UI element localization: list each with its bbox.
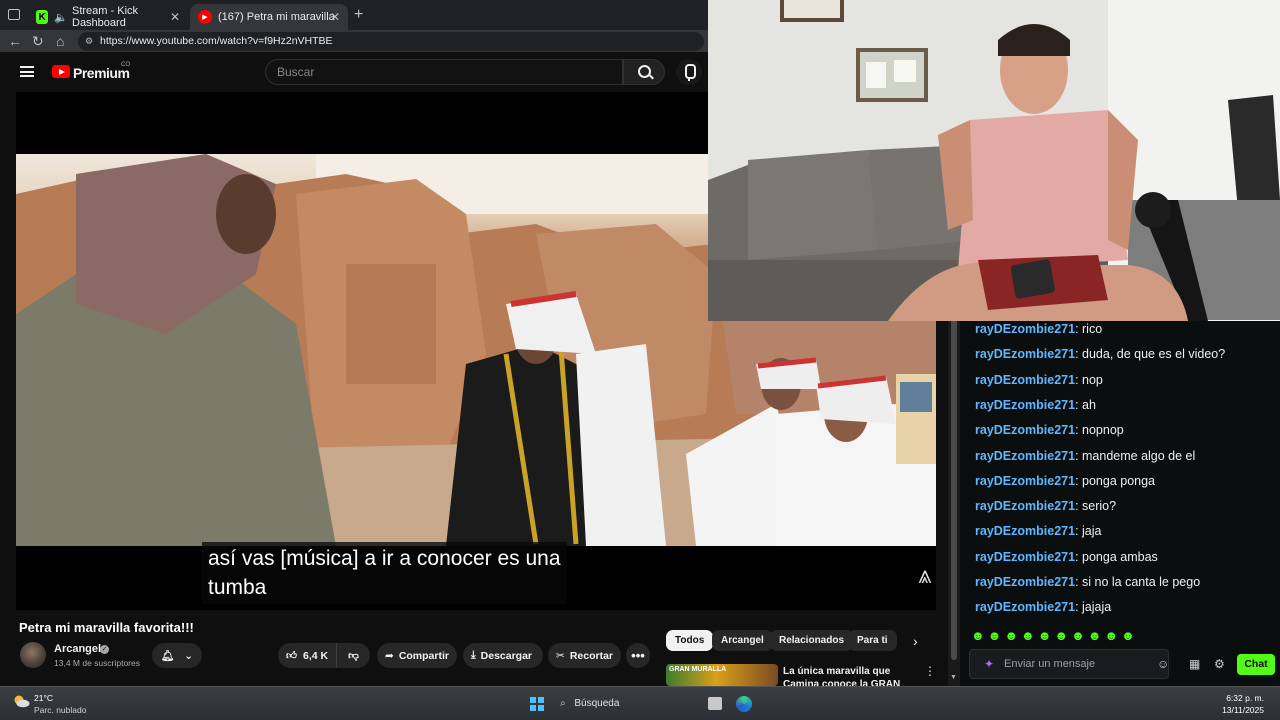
edge-browser-icon[interactable]	[736, 696, 752, 712]
scissors-icon: ✂	[556, 649, 565, 662]
partly-cloudy-icon	[14, 695, 30, 708]
verified-badge-icon: ✓	[100, 645, 109, 654]
scroll-down-arrow-icon[interactable]: ▼	[950, 674, 957, 681]
chevron-right-icon[interactable]: ›	[913, 633, 918, 649]
chip-related[interactable]: Relacionados	[770, 630, 854, 651]
clock-time[interactable]: 6:32 p. m.	[1226, 693, 1264, 703]
chat-input-placeholder: Enviar un mensaje	[1004, 658, 1096, 670]
bell-icon: 🔔︎	[160, 650, 175, 662]
channel-avatar[interactable]	[20, 642, 46, 668]
tab-kick-dashboard[interactable]: K 🔈 Stream - Kick Dashboard ✕	[28, 4, 188, 30]
recommendation-thumbnail[interactable]: GRAN MURALLA	[666, 664, 778, 686]
chip-for-you[interactable]: Para ti	[848, 630, 897, 651]
clip-button[interactable]: ✂ Recortar	[548, 643, 621, 668]
share-icon: ➦	[385, 649, 394, 662]
search-input[interactable]: Buscar	[265, 59, 623, 85]
microphone-icon[interactable]	[676, 59, 702, 85]
chevron-down-icon: ⌄	[184, 649, 194, 662]
url-field[interactable]: ⚙ https://www.youtube.com/watch?v=f9Hz2n…	[78, 32, 704, 51]
tab-overview-icon[interactable]	[8, 9, 20, 20]
tab-youtube-video[interactable]: ▶ (167) Petra mi maravilla favorita!! ✕	[190, 4, 348, 30]
emoji-icon[interactable]: ☺	[1157, 657, 1169, 671]
youtube-favicon-icon: ▶	[198, 10, 212, 24]
tab-label: (167) Petra mi maravilla favorita!!	[218, 11, 336, 23]
youtube-header: Premium CO Buscar	[0, 52, 708, 92]
like-count: 6,4 K	[302, 649, 329, 662]
hamburger-menu-icon[interactable]	[20, 66, 34, 77]
share-label: Compartir	[398, 649, 449, 662]
chat-send-button[interactable]: Chat	[1237, 654, 1275, 675]
chip-all[interactable]: Todos	[666, 630, 714, 651]
download-button[interactable]: ⤓ Descargar	[463, 643, 543, 668]
notification-bell-button[interactable]: 🔔︎ ⌄	[152, 643, 202, 668]
video-captions: así vas [música] a ir a conocer es una t…	[202, 542, 567, 604]
chat-footer: ☻☻☻☻☻☻☻☻☻☻ ✦ Enviar un mensaje ☺ ▦ ⚙ Cha…	[960, 321, 1280, 686]
search-icon[interactable]	[623, 59, 665, 85]
weather-description[interactable]: Parc. nublado	[34, 705, 86, 715]
new-tab-icon[interactable]: +	[354, 6, 363, 24]
more-actions-button[interactable]: •••	[626, 643, 650, 668]
thumbnail-text: GRAN MURALLA	[669, 666, 727, 673]
ai-sparkle-icon: ✦	[984, 657, 995, 671]
windows-taskbar: 21°C Parc. nublado ⌕ Búsqueda 6:32 p. m.…	[0, 686, 1280, 720]
weather-temperature[interactable]: 21°C	[34, 693, 53, 703]
recommendation-title[interactable]: La única maravilla que Camina conoce la …	[783, 665, 913, 687]
video-title: Petra mi maravilla favorita!!!	[19, 620, 194, 635]
country-code: CO	[121, 62, 130, 68]
thumbs-up-icon: 👍︎	[286, 650, 297, 662]
kick-favicon-icon: K	[36, 10, 49, 24]
emote-bar[interactable]: ☻☻☻☻☻☻☻☻☻☻	[971, 628, 1138, 643]
youtube-logo-icon[interactable]	[52, 65, 70, 78]
gear-icon[interactable]: ⚙	[1214, 657, 1225, 671]
chat-message-input[interactable]: ✦ Enviar un mensaje	[969, 649, 1169, 679]
caption-line: así vas [música] a ir a conocer es una	[208, 547, 561, 570]
taskbar-search-box[interactable]: ⌕ Búsqueda	[560, 698, 619, 709]
close-icon[interactable]: ✕	[170, 10, 180, 24]
clip-label: Recortar	[569, 649, 613, 662]
reload-icon[interactable]: ↻	[32, 33, 44, 49]
browser-tab-bar: K 🔈 Stream - Kick Dashboard ✕ ▶ (167) Pe…	[0, 0, 708, 30]
download-icon: ⤓	[471, 649, 476, 661]
channel-name[interactable]: Arcangel	[54, 643, 101, 655]
share-button[interactable]: ➦ Compartir	[377, 643, 457, 668]
clock-date[interactable]: 13/11/2025	[1222, 705, 1264, 715]
url-text: https://www.youtube.com/watch?v=f9Hz2nVH…	[100, 35, 333, 47]
chip-arcangel[interactable]: Arcangel	[712, 630, 773, 651]
thumbs-down-icon: 👎︎	[348, 650, 359, 662]
subscriber-count: 13,4 M de suscriptores	[54, 658, 140, 668]
close-icon[interactable]: ✕	[330, 10, 340, 24]
dislike-button[interactable]: 👎︎	[336, 643, 370, 668]
tab-label: Stream - Kick Dashboard	[72, 5, 139, 29]
channel-watermark-icon[interactable]: ⩓	[918, 562, 932, 590]
home-icon[interactable]: ⌂	[56, 33, 64, 49]
address-bar: ← ↻ ⌂ ⚙ https://www.youtube.com/watch?v=…	[0, 30, 708, 52]
more-vertical-icon[interactable]: ⋮	[924, 664, 936, 678]
windows-start-icon[interactable]	[530, 697, 544, 711]
webcam-scene-image	[708, 0, 1280, 321]
store-icon[interactable]: ▦	[1189, 657, 1200, 671]
speaker-icon: 🔈	[54, 11, 68, 24]
taskbar-search-label: Búsqueda	[574, 698, 620, 709]
task-view-icon[interactable]	[708, 697, 722, 710]
webcam-feed	[708, 0, 1280, 321]
more-horizontal-icon: •••	[631, 648, 645, 663]
caption-line: tumba	[208, 576, 267, 599]
like-button[interactable]: 👍︎ 6,4 K	[278, 643, 336, 668]
back-icon[interactable]: ←	[8, 33, 22, 49]
download-label: Descargar	[480, 649, 533, 662]
search-icon: ⌕	[560, 698, 566, 709]
site-info-icon[interactable]: ⚙	[85, 32, 93, 51]
